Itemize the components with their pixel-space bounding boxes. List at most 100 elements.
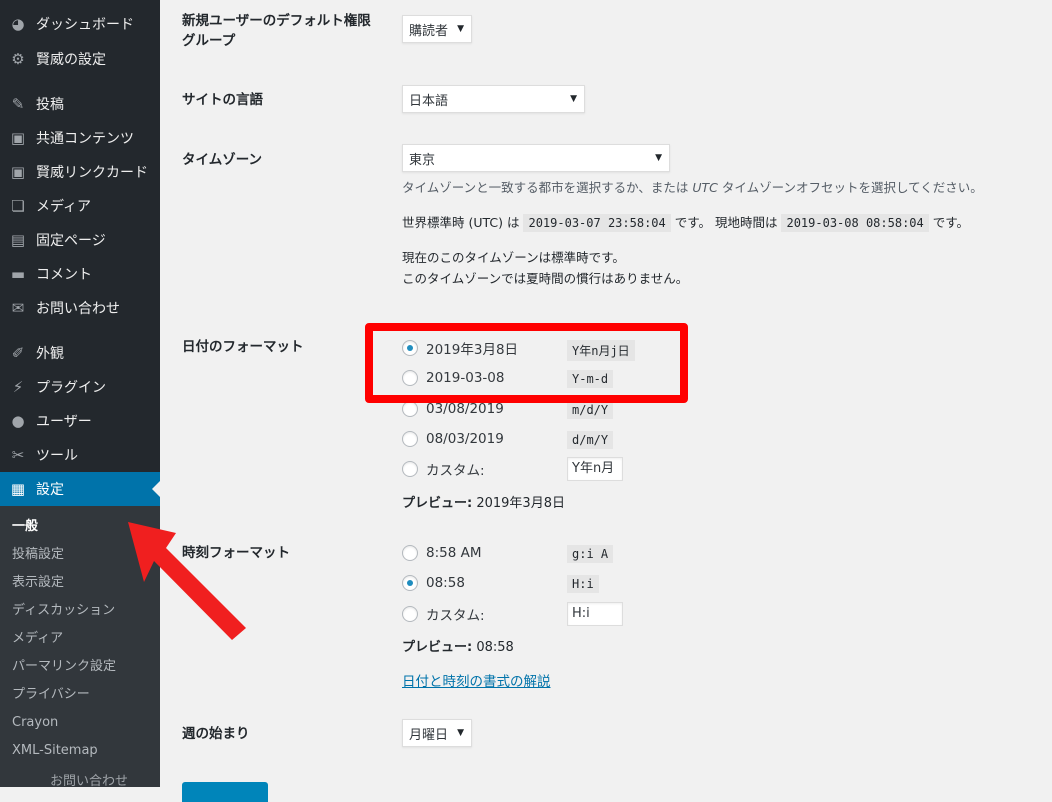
save-button[interactable] (182, 782, 268, 802)
sidebar-item-label: コメント (36, 267, 92, 283)
timezone-description: タイムゾーンと一致する都市を選択するか、または UTC タイムゾーンオフセットを… (402, 178, 983, 198)
sidebar-item-dashboard[interactable]: ◕ ダッシュボード (0, 7, 160, 41)
site-language-select[interactable]: 日本語 ▼ (402, 85, 585, 113)
utc-label: 世界標準時 (UTC) は (402, 215, 520, 230)
sidebar-item-pages[interactable]: ▤ 固定ページ (0, 223, 160, 257)
desc-text: タイムゾーンオフセットを選択してください。 (717, 180, 983, 195)
preview-label: プレビュー: (402, 640, 473, 655)
radio-button[interactable] (402, 606, 418, 622)
date-format-option[interactable]: 08/03/2019 (402, 428, 504, 450)
sidebar-item-keni-settings[interactable]: ⚙ 賢威の設定 (0, 42, 160, 76)
submenu-item-partial[interactable]: お問い合わせ (50, 768, 128, 796)
sidebar-item-media[interactable]: ❏ メディア (0, 189, 160, 223)
radio-label: 08/03/2019 (426, 431, 504, 447)
gear-icon: ⚙ (11, 50, 25, 68)
radio-button[interactable] (402, 575, 418, 591)
user-icon: ● (11, 412, 25, 430)
sidebar-item-posts[interactable]: ✎ 投稿 (0, 87, 160, 121)
submenu-item-xml-sitemap[interactable]: XML-Sitemap (12, 737, 98, 765)
local-time: 2019-03-08 08:58:04 (781, 214, 929, 232)
pushpin-icon: ✎ (11, 95, 25, 113)
custom-time-format-input[interactable]: H:i (567, 602, 623, 626)
radio-button[interactable] (402, 401, 418, 417)
submenu-item-privacy[interactable]: プライバシー (12, 681, 90, 709)
brush-icon: ✐ (11, 344, 25, 362)
preview-value: 2019年3月8日 (472, 496, 565, 511)
date-format-label: 日付のフォーマット (182, 339, 304, 355)
sidebar-item-label: 外観 (36, 346, 64, 362)
format-code: d/m/Y (567, 431, 614, 449)
custom-date-format-input[interactable]: Y年n月 (567, 457, 623, 481)
default-role-label: 新規ユーザーのデフォルト権限グループ (182, 13, 371, 49)
sidebar-item-plugins[interactable]: ⚡ プラグイン (0, 370, 160, 404)
select-value: 購読者 (409, 23, 449, 39)
chevron-down-icon: ▼ (457, 728, 464, 738)
settings-icon: ▦ (10, 480, 26, 498)
radio-button[interactable] (402, 545, 418, 561)
submenu-item-crayon[interactable]: Crayon (12, 709, 58, 737)
mail-icon: ✉ (11, 299, 25, 317)
preview-label: プレビュー: (402, 496, 473, 511)
utc-suffix: です。 (674, 215, 711, 230)
sidebar-item-label: ダッシュボード (36, 17, 134, 33)
active-indicator (152, 481, 160, 497)
radio-label: 08:58 (426, 575, 465, 591)
local-label: 現地時間は (714, 215, 778, 230)
sidebar-item-users[interactable]: ● ユーザー (0, 404, 160, 438)
date-format-option-custom[interactable]: カスタム: (402, 458, 485, 480)
radio-button[interactable] (402, 461, 418, 477)
submenu-item-writing[interactable]: 投稿設定 (12, 541, 64, 569)
timezone-label: タイムゾーン (182, 152, 263, 168)
code-icon: ▣ (10, 129, 26, 147)
sidebar-item-label: お問い合わせ (36, 301, 120, 317)
select-value: 月曜日 (409, 727, 449, 743)
sidebar-item-label: 賢威リンクカード (36, 165, 148, 181)
sidebar-item-settings[interactable]: ▦ 設定 (0, 472, 160, 506)
desc-utc: UTC (692, 180, 718, 195)
site-language-label: サイトの言語 (182, 92, 263, 108)
settings-submenu: 一般 投稿設定 表示設定 ディスカッション メディア パーマリンク設定 プライバ… (0, 506, 160, 789)
code-icon: ▣ (10, 163, 26, 181)
date-time-docs-link[interactable]: 日付と時刻の書式の解説 (402, 670, 551, 690)
sidebar-item-label: 設定 (36, 482, 64, 498)
settings-main: 新規ユーザーのデフォルト権限グループ 購読者 ▼ サイトの言語 日本語 ▼ タイムゾ… (160, 0, 1052, 802)
submenu-item-permalinks[interactable]: パーマリンク設定 (12, 653, 116, 681)
time-format-option[interactable]: 08:58 (402, 572, 465, 594)
time-format-option-custom[interactable]: カスタム: (402, 603, 485, 625)
week-start-label: 週の始まり (182, 726, 250, 742)
submenu-item-discussion[interactable]: ディスカッション (12, 597, 115, 625)
submenu-item-reading[interactable]: 表示設定 (12, 569, 64, 597)
desc-text: タイムゾーンと一致する都市を選択するか、または (402, 180, 693, 195)
dashboard-icon: ◕ (11, 15, 25, 33)
sidebar-item-label: ツール (36, 448, 78, 464)
select-value: 日本語 (409, 93, 449, 109)
sidebar-item-common-content[interactable]: ▣ 共通コンテンツ (0, 121, 160, 155)
radio-button[interactable] (402, 431, 418, 447)
sidebar-item-link-card[interactable]: ▣ 賢威リンクカード (0, 155, 160, 189)
utc-time: 2019-03-07 23:58:04 (523, 214, 671, 232)
select-value: 東京 (409, 152, 436, 168)
chevron-down-icon: ▼ (570, 94, 577, 104)
submenu-item-general[interactable]: 一般 (12, 513, 38, 541)
time-format-option[interactable]: 8:58 AM (402, 542, 482, 564)
week-start-select[interactable]: 月曜日 ▼ (402, 719, 472, 747)
sidebar-item-label: メディア (36, 199, 92, 215)
preview-value: 08:58 (472, 640, 514, 655)
media-icon: ❏ (11, 197, 25, 215)
sidebar-item-tools[interactable]: ✂ ツール (0, 438, 160, 472)
time-format-preview: プレビュー: 08:58 (402, 636, 514, 655)
sidebar-item-appearance[interactable]: ✐ 外観 (0, 336, 160, 370)
sidebar-item-contact[interactable]: ✉ お問い合わせ (0, 291, 160, 325)
sidebar-item-label: ユーザー (36, 414, 92, 430)
radio-label: 03/08/2019 (426, 401, 504, 417)
admin-sidebar: ◕ ダッシュボード ⚙ 賢威の設定 ✎ 投稿 ▣ 共通コンテンツ ▣ 賢威リンクカード ❏… (0, 0, 160, 789)
page-icon: ▤ (10, 231, 26, 249)
sidebar-item-comments[interactable]: ▬ コメント (0, 257, 160, 291)
timezone-select[interactable]: 東京 ▼ (402, 144, 670, 172)
plugin-icon: ⚡ (12, 378, 24, 396)
chevron-down-icon: ▼ (457, 24, 464, 34)
default-role-select[interactable]: 購読者 ▼ (402, 15, 472, 43)
submenu-item-media[interactable]: メディア (12, 625, 63, 653)
sidebar-item-label: 賢威の設定 (36, 52, 106, 68)
wrench-icon: ✂ (11, 446, 25, 464)
